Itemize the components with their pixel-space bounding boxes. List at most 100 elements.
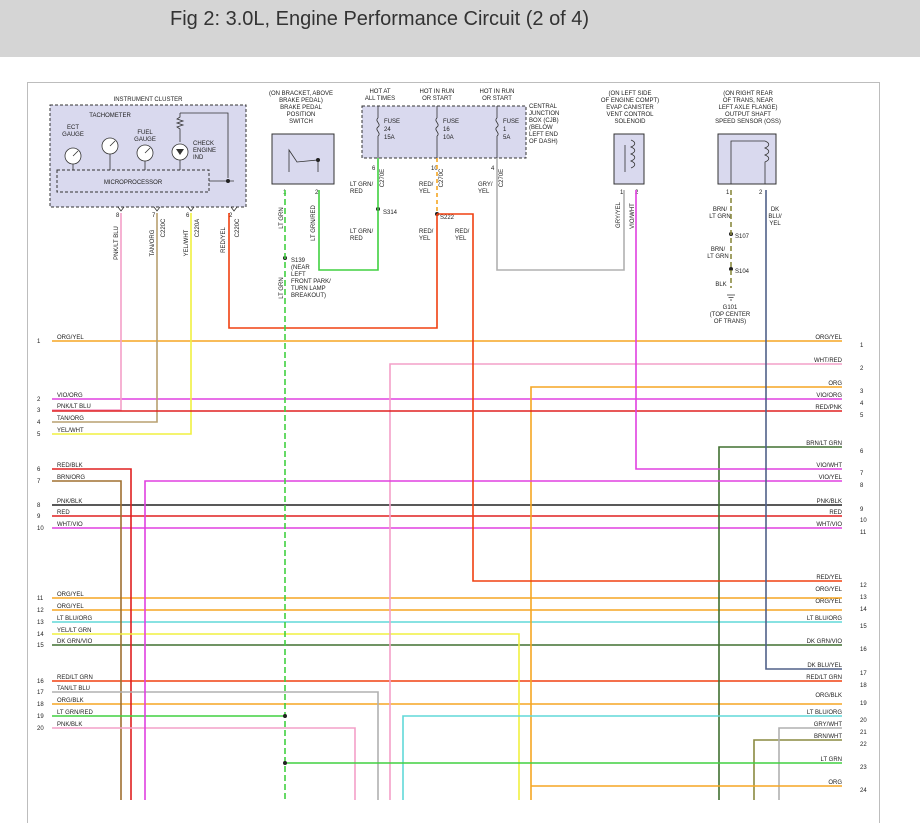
right-row-number: 12: [860, 583, 867, 589]
left-row-wire-label: LT GRN/RED: [57, 710, 93, 716]
s139-label: FRONT PARK/: [291, 279, 331, 285]
left-row-number: 5: [37, 432, 41, 438]
left-row-wire-label: RED: [57, 510, 70, 516]
check-engine-label: ENGINE: [193, 148, 216, 154]
fuse-label: 16: [443, 127, 450, 133]
wire-label-red-yel: RED/: [419, 182, 434, 188]
wire-label-lt-grn-red: RED: [350, 189, 363, 195]
wire-pnk-blk-row: [52, 727, 356, 800]
right-row-wire-label: VIO/ORG: [816, 393, 842, 399]
wire-wht-red: [389, 363, 842, 800]
wire-label-dk-blu-yel: DK: [771, 207, 779, 213]
instrument-cluster-label: INSTRUMENT CLUSTER: [114, 97, 184, 103]
left-row-wire-label: PNK/BLK: [57, 499, 82, 505]
right-row-wire-label: RED: [829, 510, 842, 516]
left-row-number: 3: [37, 408, 41, 414]
right-row-wire-label: PNK/BLK: [817, 499, 842, 505]
right-row-number: 15: [860, 624, 867, 630]
row-junction-dot: [283, 761, 287, 765]
right-row-wire-label: LT BLU/ORG: [807, 616, 842, 622]
wire-label-gry-yel: YEL: [478, 189, 490, 195]
left-row-wire-label: DK GRN/VIO: [57, 639, 93, 645]
wire-gry-yel-cjb: [496, 158, 625, 271]
wire-label-red-yel: YEL: [419, 189, 431, 195]
right-row-wire-label: RED/YEL: [816, 575, 842, 581]
evap-solenoid-label: OF ENGINE COMPT): [601, 98, 659, 104]
g101-label: OF TRANS): [714, 319, 746, 325]
wire-lt-blu-org: [402, 715, 842, 800]
left-row-number: 19: [37, 714, 44, 720]
right-row-number: 10: [860, 518, 867, 524]
cjb-hot-label: HOT IN RUN: [420, 89, 455, 95]
fuse-label: 24: [384, 127, 391, 133]
wire-label-lt-grn-red: LT GRN/: [350, 182, 373, 188]
brake-switch-label: POSITION: [287, 112, 316, 118]
left-row-wire-label: PNK/LT BLU: [57, 404, 91, 410]
left-row-number: 13: [37, 620, 44, 626]
fuse-label: 5A: [503, 135, 510, 141]
wire-tan-ltblu: [52, 691, 379, 800]
left-row-wire-label: RED/BLK: [57, 463, 83, 469]
left-row-number: 2: [37, 397, 41, 403]
left-row-number: 4: [37, 420, 41, 426]
wire-label-gry-yel: GRY/: [478, 182, 493, 188]
right-row-number: 24: [860, 788, 867, 794]
microprocessor-label: MICROPROCESSOR: [104, 180, 163, 186]
cjb-pin-number: 6: [372, 166, 376, 172]
ect-gauge-label: ECT: [67, 125, 79, 131]
right-row-number: 5: [860, 413, 864, 419]
fuse-label: 15A: [384, 135, 395, 141]
right-row-number: 6: [860, 449, 864, 455]
right-row-wire-label: VIO/YEL: [819, 475, 843, 481]
right-row-number: 2: [860, 366, 864, 372]
cluster-pin-connector: [117, 206, 125, 212]
s139-label: S139: [291, 258, 306, 264]
wire-vio-wht: [635, 190, 842, 470]
cjb-connector-label: C270C: [439, 168, 445, 187]
right-row-number: 9: [860, 507, 864, 513]
wire-vio-yel: [144, 480, 842, 800]
wiring-diagram: INSTRUMENT CLUSTERTACHOMETERECTGAUGE FUEL…: [37, 89, 867, 800]
right-row-wire-label: LT BLU/ORG: [807, 710, 842, 716]
left-row-wire-label: ORG/YEL: [57, 335, 84, 341]
wire-label-red-yel: RED/YEL: [221, 227, 227, 253]
wire-label-lt-grn-lower: LT GRN: [279, 277, 285, 298]
right-row-number: 18: [860, 683, 867, 689]
fuse-label: 10A: [443, 135, 454, 141]
right-row-wire-label: ORG: [828, 780, 842, 786]
left-row-wire-label: YEL/LT GRN: [57, 628, 91, 634]
cluster-connector-label: C220A: [195, 219, 201, 237]
right-row-wire-label: ORG/YEL: [815, 587, 842, 593]
right-row-wire-label: BRN/LT GRN: [806, 441, 842, 447]
wire-label-tan-org: TAN/ORG: [150, 229, 156, 256]
oss-label: OF TRANS, NEAR: [723, 98, 774, 104]
oss-label: LEFT AXLE FLANGE): [719, 105, 778, 111]
wire-label-brn-ltgrn: BRN/: [711, 247, 726, 253]
brake-switch-label: BRAKE PEDAL: [280, 105, 322, 111]
wire-label-red-yel: RED/: [419, 229, 434, 235]
left-row-number: 6: [37, 467, 41, 473]
cluster-pin-connector: [187, 206, 195, 212]
wire-label-red-yel: YEL: [419, 236, 431, 242]
left-row-number: 20: [37, 726, 44, 732]
right-row-number: 4: [860, 401, 864, 407]
right-row-wire-label: WHT/RED: [814, 358, 843, 364]
evap-solenoid-label: (ON LEFT SIDE: [609, 91, 652, 97]
oss-pin-number: 2: [759, 190, 763, 196]
wire-label-red-yel: YEL: [455, 236, 467, 242]
wire-label-pnk-ltblu: PNK/LT BLU: [114, 226, 120, 260]
right-row-wire-label: ORG: [828, 381, 842, 387]
oss-label: OUTPUT SHAFT: [725, 112, 771, 118]
fuse-label: FUSE: [443, 119, 459, 125]
left-row-number: 7: [37, 479, 41, 485]
left-row-wire-label: RED/LT GRN: [57, 675, 93, 681]
left-row-wire-label: PNK/BLK: [57, 722, 82, 728]
s314-label: S314: [383, 210, 398, 216]
s107-label: S107: [735, 234, 750, 240]
wire-label-brn-ltgrn: LT GRN: [707, 254, 728, 260]
left-row-wire-label: TAN/ORG: [57, 416, 84, 422]
brake-switch-label: SWITCH: [289, 119, 313, 125]
evap-solenoid-label: EVAP CANISTER: [606, 105, 654, 111]
left-row-number: 8: [37, 503, 41, 509]
g101-label: (TOP CENTER: [710, 312, 751, 318]
